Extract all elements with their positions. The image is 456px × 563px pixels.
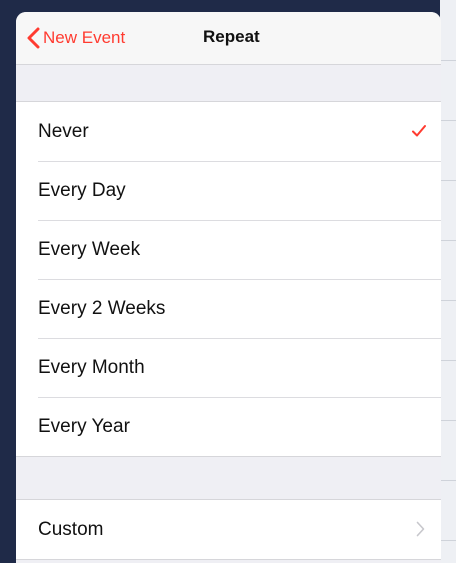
option-every-month[interactable]: Every Month	[16, 338, 441, 397]
repeat-options-list: Never Every Day Every Week Every 2 Weeks…	[16, 101, 441, 457]
option-every-day[interactable]: Every Day	[16, 161, 441, 220]
option-custom[interactable]: Custom	[16, 500, 441, 559]
option-label: Every 2 Weeks	[38, 297, 166, 319]
option-label: Never	[38, 120, 89, 142]
option-never[interactable]: Never	[16, 102, 441, 161]
page-title: Repeat	[203, 27, 260, 46]
navigation-bar: New Event Repeat	[16, 12, 441, 65]
option-label: Custom	[38, 518, 104, 540]
repeat-sheet: New Event Repeat Never Every Day Every W…	[16, 12, 441, 563]
option-label: Every Month	[38, 356, 145, 378]
chevron-left-icon	[26, 27, 42, 49]
chevron-right-icon	[416, 521, 425, 537]
background-app-edge	[440, 0, 456, 563]
back-button-label: New Event	[43, 28, 126, 47]
custom-group: Custom	[16, 499, 441, 560]
checkmark-icon	[411, 123, 427, 139]
option-label: Every Day	[38, 179, 126, 201]
option-every-week[interactable]: Every Week	[16, 220, 441, 279]
option-label: Every Year	[38, 415, 130, 437]
back-button[interactable]: New Event	[26, 25, 125, 51]
option-label: Every Week	[38, 238, 141, 260]
option-every-year[interactable]: Every Year	[16, 397, 441, 456]
option-every-2-weeks[interactable]: Every 2 Weeks	[16, 279, 441, 338]
